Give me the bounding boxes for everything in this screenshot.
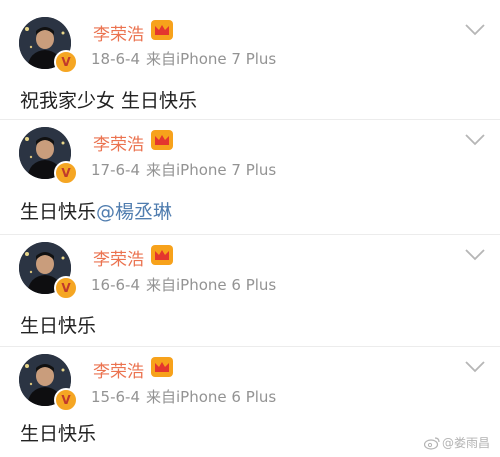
verified-v-badge-icon: V	[54, 276, 78, 300]
post-source: 来自iPhone 6 Plus	[146, 276, 277, 294]
post-meta: 17-6-4 来自iPhone 7 Plus	[91, 159, 276, 180]
post-text: 生日快乐	[20, 419, 96, 446]
post-source: 来自iPhone 7 Plus	[146, 50, 277, 68]
vip-crown-icon	[151, 245, 173, 265]
watermark: @娄雨昌	[423, 434, 490, 451]
post-date: 17-6-4	[91, 161, 140, 179]
verified-v-badge-icon: V	[54, 388, 78, 412]
post-text: 祝我家少女 生日快乐	[20, 86, 197, 113]
weibo-post[interactable]: V 李荣浩 18-6-4 来自iPhone 7 Plus 祝我家少女 生日快乐	[0, 0, 500, 119]
post-date: 18-6-4	[91, 50, 140, 68]
chevron-down-icon[interactable]	[464, 23, 486, 37]
post-text: 生日快乐	[20, 311, 96, 338]
post-date: 15-6-4	[91, 388, 140, 406]
chevron-down-icon[interactable]	[464, 360, 486, 374]
post-text-body: 祝我家少女 生日快乐	[20, 90, 198, 112]
weibo-post[interactable]: V 李荣浩 17-6-4 来自iPhone 7 Plus 生日快乐@楊丞琳	[0, 119, 500, 234]
username[interactable]: 李荣浩	[93, 20, 144, 45]
chevron-down-icon[interactable]	[464, 133, 486, 147]
vip-crown-icon	[151, 20, 173, 40]
post-meta: 16-6-4 来自iPhone 6 Plus	[91, 274, 276, 295]
weibo-post[interactable]: V 李荣浩 16-6-4 来自iPhone 6 Plus 生日快乐	[0, 234, 500, 346]
post-source: 来自iPhone 7 Plus	[146, 161, 277, 179]
post-meta: 18-6-4 来自iPhone 7 Plus	[91, 48, 276, 69]
post-source: 来自iPhone 6 Plus	[146, 388, 277, 406]
username[interactable]: 李荣浩	[93, 245, 144, 270]
chevron-down-icon[interactable]	[464, 248, 486, 262]
post-text: 生日快乐@楊丞琳	[20, 197, 172, 224]
post-text-body: 生日快乐	[20, 201, 97, 223]
post-text-body: 生日快乐	[20, 315, 97, 337]
watermark-text: @娄雨昌	[441, 436, 490, 450]
post-meta: 15-6-4 来自iPhone 6 Plus	[91, 386, 276, 407]
vip-crown-icon	[151, 357, 173, 377]
username[interactable]: 李荣浩	[93, 357, 144, 382]
vip-crown-icon	[151, 130, 173, 150]
verified-v-badge-icon: V	[54, 50, 78, 74]
mention-link[interactable]: @楊丞琳	[96, 201, 172, 223]
post-text-body: 生日快乐	[20, 423, 97, 445]
username[interactable]: 李荣浩	[93, 130, 144, 155]
verified-v-badge-icon: V	[54, 161, 78, 185]
weibo-logo-icon	[423, 436, 440, 450]
post-date: 16-6-4	[91, 276, 140, 294]
